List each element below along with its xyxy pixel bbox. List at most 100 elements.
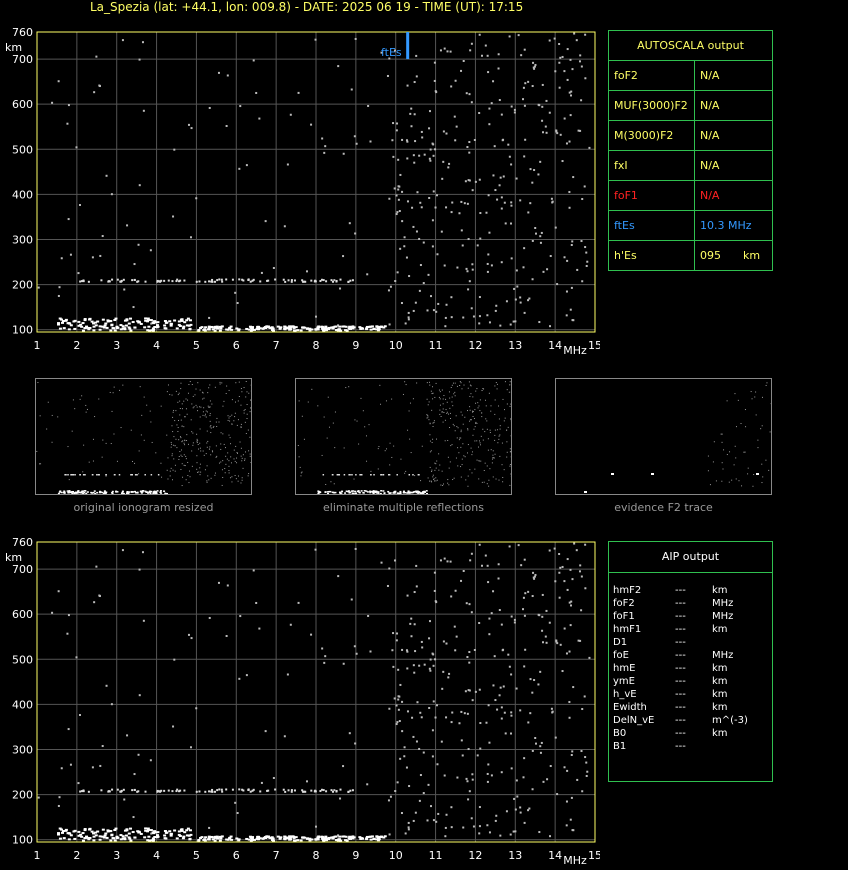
thumb-point — [377, 491, 379, 493]
echo-point — [235, 327, 238, 329]
echo-point — [370, 839, 373, 841]
echo-point — [380, 836, 383, 838]
thumb-point — [511, 476, 512, 477]
thumb-point — [427, 382, 428, 383]
aip-unit: MHz — [712, 597, 733, 610]
echo-point — [75, 656, 77, 658]
thumb-point — [390, 443, 391, 444]
echo-point — [505, 222, 507, 224]
echo-point — [396, 122, 398, 124]
echo-point — [238, 168, 240, 170]
x-tick-label: 8 — [313, 849, 320, 862]
thumb-point — [222, 460, 223, 461]
echo-point — [514, 830, 516, 832]
thumb-point — [493, 476, 494, 477]
echo-point — [57, 832, 60, 834]
echo-point — [133, 327, 136, 329]
echo-point — [456, 777, 458, 779]
aip-val: --- — [675, 584, 712, 597]
autoscala-title: AUTOSCALA output — [609, 31, 773, 61]
thumb-point — [408, 490, 410, 492]
echo-point — [429, 668, 431, 670]
echo-point — [542, 84, 544, 86]
thumb-point — [207, 441, 208, 442]
echo-point — [571, 750, 573, 752]
echo-point — [106, 829, 109, 831]
echo-point — [144, 827, 147, 829]
thumb-point — [196, 469, 197, 470]
thumb-point — [191, 431, 192, 432]
thumb-point — [490, 405, 491, 406]
autoscala-value: N/A — [695, 121, 773, 151]
echo-point — [110, 324, 113, 326]
aip-unit: MHz — [712, 649, 733, 662]
echo-point — [391, 139, 393, 141]
autoscala-value: 10.3 MHz — [695, 211, 773, 241]
echo-point — [132, 321, 135, 323]
thumb-point — [507, 403, 508, 404]
caption-original: original ionogram resized — [35, 501, 252, 514]
thumb-point — [172, 431, 173, 432]
autoscala-label: ftEs — [609, 211, 695, 241]
thumb-point — [499, 480, 500, 481]
thumb-point — [225, 456, 226, 457]
thumb-point — [344, 447, 345, 448]
thumb-point — [611, 473, 614, 475]
thumb-point — [173, 470, 174, 471]
thumb-point — [359, 474, 361, 476]
echo-point — [375, 838, 378, 840]
echo-point — [538, 321, 540, 323]
thumb-point — [362, 492, 364, 494]
thumb-point — [485, 400, 486, 401]
echo-point — [349, 328, 352, 330]
thumb-point — [416, 382, 417, 383]
thumb-point — [206, 442, 207, 443]
thumb-point — [453, 424, 454, 425]
thumb-point — [80, 399, 81, 400]
echo-point — [150, 249, 152, 251]
thumb-point — [487, 465, 488, 466]
echo-point — [164, 328, 167, 330]
thumb-point — [173, 436, 174, 437]
thumb-point — [184, 443, 185, 444]
echo-point — [488, 742, 490, 744]
thumb-point — [237, 452, 238, 453]
echo-point — [410, 635, 412, 637]
thumb-point — [203, 411, 204, 412]
thumb-point — [248, 393, 249, 394]
thumb-point — [115, 491, 117, 493]
echo-point — [401, 220, 403, 222]
echo-point — [271, 326, 274, 328]
echo-point — [102, 829, 105, 831]
echo-point — [430, 149, 432, 151]
thumb-point — [245, 422, 246, 423]
aip-row: h_vE---km — [609, 688, 772, 701]
thumb-point — [216, 456, 217, 457]
thumb-point — [126, 492, 128, 494]
echo-point — [394, 790, 396, 792]
thumb-point — [431, 450, 432, 451]
echo-point — [435, 311, 437, 313]
echo-point — [585, 252, 587, 254]
thumb-point — [197, 472, 198, 473]
thumb-point — [387, 491, 389, 493]
echo-point — [145, 281, 147, 283]
thumb-point — [146, 405, 147, 406]
thumb-point — [507, 389, 508, 390]
echo-point — [471, 553, 473, 555]
echo-point — [579, 570, 581, 572]
echo-point — [413, 664, 415, 666]
thumb-point — [234, 450, 235, 451]
thumb-point — [92, 474, 94, 476]
echo-point — [450, 85, 452, 87]
thumb-point — [135, 474, 137, 476]
echo-point — [454, 139, 456, 141]
echo-point — [117, 279, 119, 281]
echo-point — [434, 590, 436, 592]
thumb-point — [193, 442, 194, 443]
thumb-point — [481, 412, 482, 413]
thumb-point — [439, 397, 440, 398]
echo-point — [349, 790, 351, 792]
thumb-point — [494, 435, 495, 436]
echo-point — [415, 302, 417, 304]
